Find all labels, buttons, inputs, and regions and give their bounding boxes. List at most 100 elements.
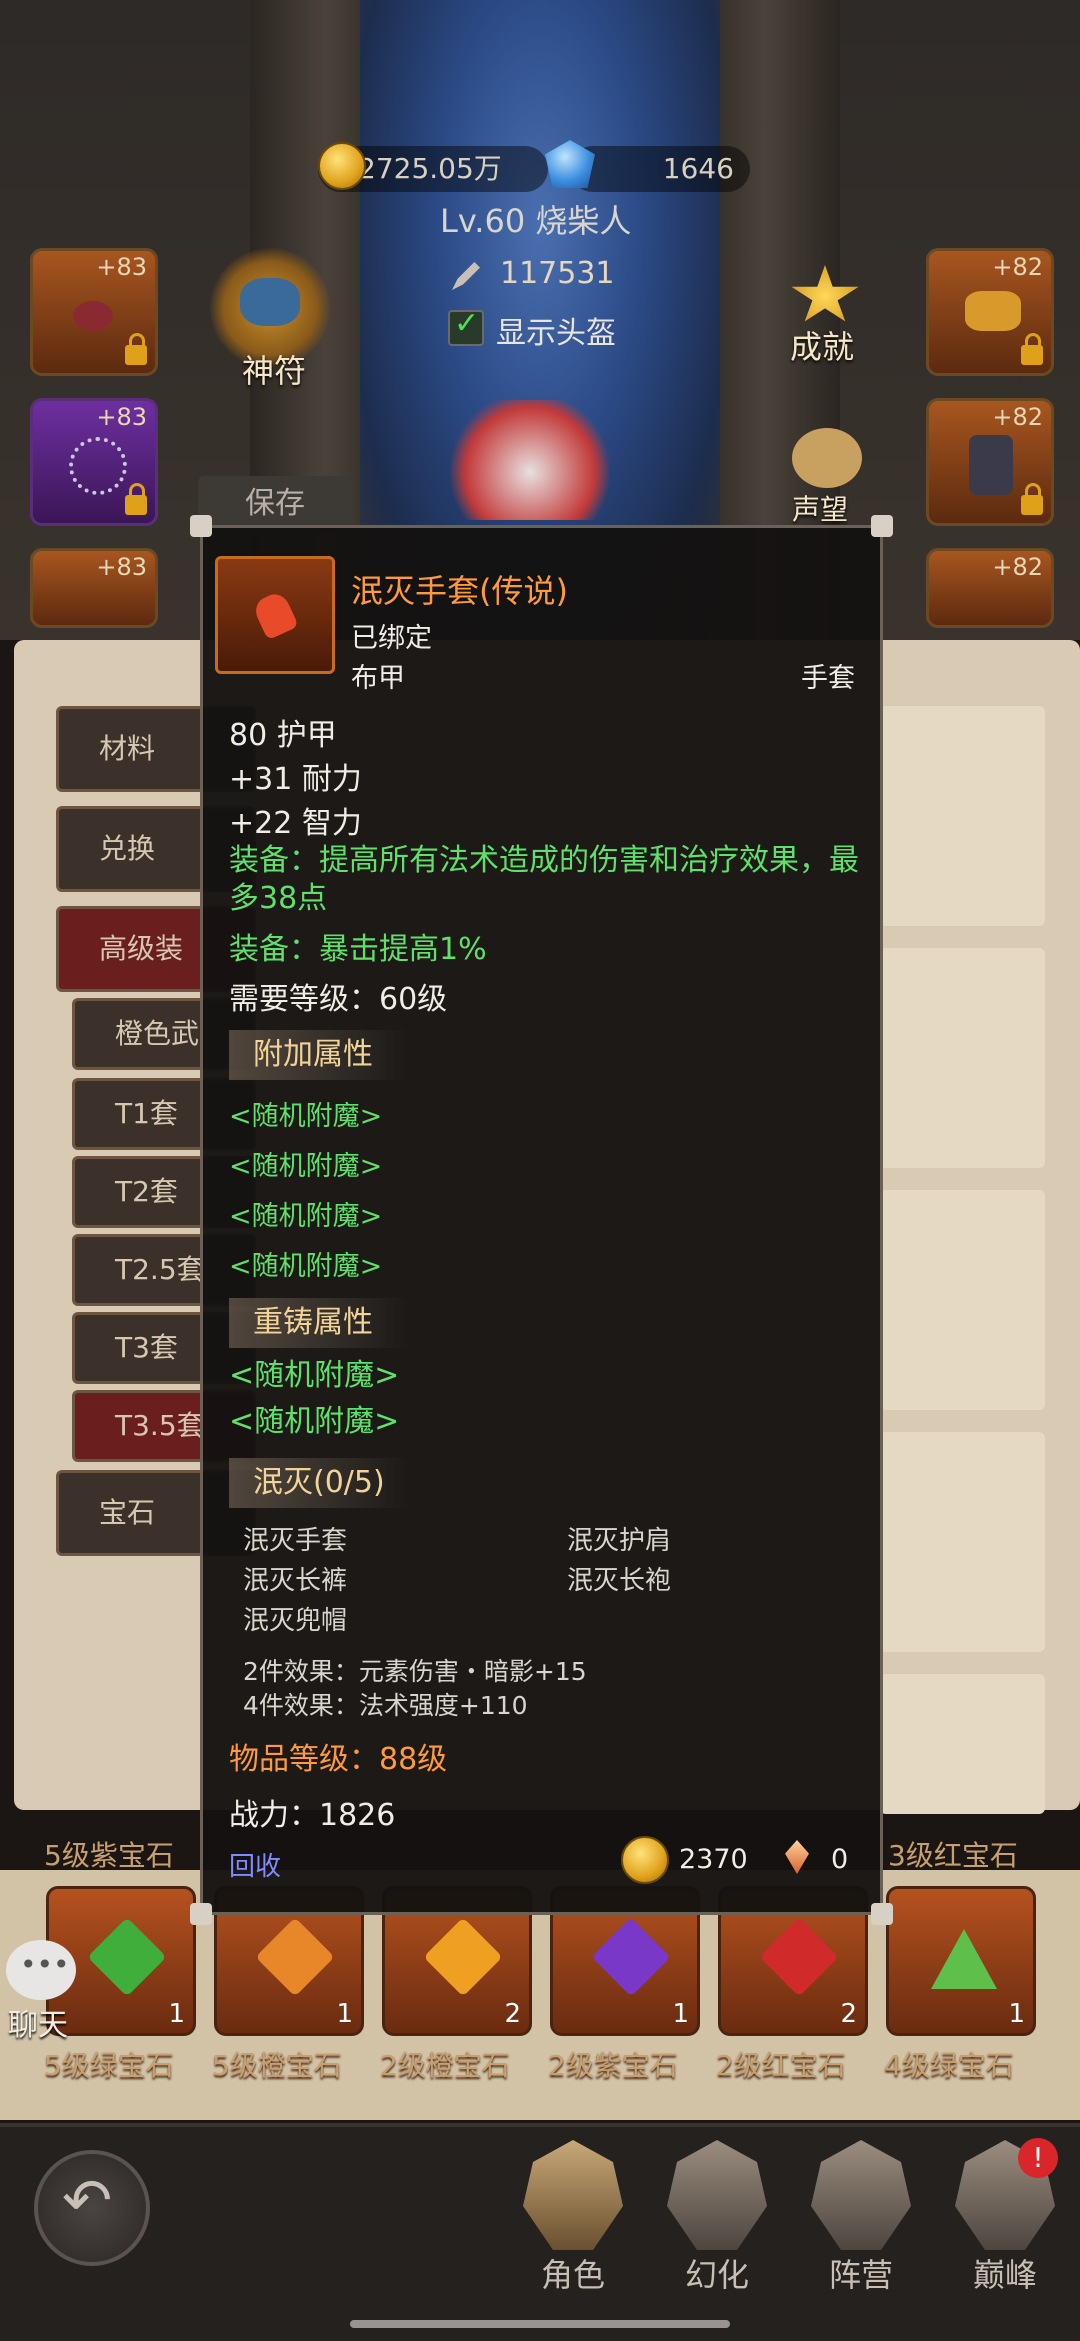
reputation-icon[interactable] (792, 428, 862, 488)
shop-card[interactable] (880, 1674, 1045, 1814)
shop-card[interactable] (880, 948, 1045, 1168)
nav-label: 巅峰 (972, 2256, 1037, 2294)
chat-label[interactable]: 聊天 (8, 2000, 68, 2044)
slot-level: +83 (96, 253, 147, 281)
item-icon-frame (215, 556, 335, 674)
random-enchant: <随机附魔> (229, 1358, 400, 1393)
gem-count: 1 (168, 1999, 185, 2029)
rune-icon (240, 278, 300, 326)
equip-slot-left-3[interactable]: +83 (30, 548, 158, 628)
character-avatar (450, 400, 610, 520)
required-level: 需要等级：60级 (229, 982, 448, 1017)
green-gem-icon (87, 1917, 167, 1997)
gem-label-top-right: 3级红宝石 (888, 1839, 1018, 1872)
gold-amount: 2725.05万 (358, 152, 502, 185)
gem-label: 2级紫宝石 (548, 2049, 678, 2082)
item-armor-type: 布甲 (351, 663, 405, 694)
purple-gem-icon (591, 1917, 671, 1997)
nav-character[interactable]: 角色 (508, 2140, 638, 2300)
item-bound: 已绑定 (351, 623, 432, 654)
random-enchant: <随机附魔> (229, 1251, 383, 1282)
set-item: 泯灭护肩 (567, 1526, 672, 1556)
recycle-link[interactable]: 回收 (229, 1846, 281, 1883)
glove-icon (251, 589, 299, 641)
power-value: 117531 (500, 256, 615, 291)
lock-icon (1021, 333, 1043, 365)
reforge-attr-header: 重铸属性 (229, 1298, 409, 1348)
achievement-label[interactable]: 成就 (790, 322, 854, 368)
lock-icon (125, 483, 147, 515)
save-button[interactable]: 保存 (198, 476, 352, 532)
menu-label: T1套 (115, 1097, 178, 1130)
lock-icon (125, 333, 147, 365)
chat-bubble-icon[interactable]: ••• (6, 1940, 76, 2000)
gem-label: 4级绿宝石 (884, 2049, 1014, 2082)
equip-slot-right-3[interactable]: +82 (926, 548, 1054, 628)
green-gem-icon (931, 1929, 997, 1989)
belt-icon (965, 291, 1021, 331)
back-button[interactable]: ↶ (34, 2150, 150, 2266)
tooltip-corner (871, 515, 893, 537)
shard-icon (785, 1840, 809, 1874)
player-level-name: Lv.60 烧柴人 (440, 202, 632, 240)
nav-faction[interactable]: 阵营 (796, 2140, 926, 2300)
reputation-label[interactable]: 声望 (792, 488, 848, 528)
equip-slot-right-1[interactable]: +82 (926, 248, 1054, 376)
random-enchant: <随机附魔> (229, 1404, 400, 1439)
show-helmet-label: 显示头盔 (496, 316, 616, 351)
show-helmet-checkbox[interactable]: ✓ (448, 306, 484, 346)
slot-level: +83 (96, 403, 147, 431)
gold-coin-icon (621, 1836, 669, 1884)
diamond-pill: 1646 (570, 146, 750, 192)
tooltip-corner (190, 515, 212, 537)
equip-slot-left-2[interactable]: +83 (30, 398, 158, 526)
orange-gem-icon (423, 1917, 503, 1997)
item-tooltip: 泯灭手套(传说) 已绑定 布甲 手套 80 护甲 +31 耐力 +22 智力 装… (200, 525, 883, 1915)
stat-armor: 80 护甲 (229, 718, 337, 753)
set-bonus-2: 2件效果：元素伤害・暗影+15 (243, 1657, 587, 1686)
gem-label: 5级橙宝石 (212, 2049, 342, 2082)
slot-level: +83 (96, 553, 147, 581)
shop-card[interactable] (880, 706, 1045, 926)
gem-label: 2级橙宝石 (380, 2049, 510, 2082)
nav-label: 角色 (540, 2256, 605, 2294)
shop-card[interactable] (880, 1432, 1045, 1652)
gem-slot[interactable]: 1 (886, 1886, 1036, 2036)
stat-stamina: +31 耐力 (229, 762, 362, 797)
equip-slot-left-1[interactable]: +83 (30, 248, 158, 376)
lock-icon (1021, 483, 1043, 515)
slot-level: +82 (992, 553, 1043, 581)
check-icon: ✓ (454, 306, 480, 341)
random-enchant: <随机附魔> (229, 1201, 383, 1232)
gold-coin-icon (318, 142, 366, 190)
equip-effect-spell: 装备：提高所有法术造成的伤害和治疗效果，最多38点 (229, 843, 859, 916)
necklace-icon (69, 437, 127, 495)
tooltip-corner (871, 1903, 893, 1925)
menu-label: 宝石 (99, 1496, 156, 1529)
menu-label: 兑换 (99, 832, 156, 865)
set-item: 泯灭兜帽 (243, 1606, 348, 1636)
rune-label: 神符 (242, 352, 307, 390)
set-bonus-4: 4件效果：法术强度+110 (243, 1691, 528, 1720)
equip-slot-right-2[interactable]: +82 (926, 398, 1054, 526)
menu-label: T3.5套 (115, 1409, 205, 1442)
helmet-icon (73, 301, 113, 331)
nav-transmog[interactable]: 幻化 (652, 2140, 782, 2300)
item-name: 泯灭手套(传说) (351, 572, 568, 610)
gem-count: 2 (840, 1999, 857, 2029)
gem-count: 1 (1008, 1999, 1025, 2029)
slot-level: +82 (992, 403, 1043, 431)
set-item: 泯灭长裤 (243, 1566, 348, 1596)
menu-label: T3套 (115, 1331, 178, 1364)
menu-label: 橙色武 (115, 1017, 200, 1050)
menu-label: 高级装 (99, 932, 184, 965)
gem-count: 2 (504, 1999, 521, 2029)
menu-label: 材料 (99, 732, 156, 765)
equip-effect-crit: 装备：暴击提高1% (229, 932, 487, 967)
red-gem-icon (759, 1917, 839, 1997)
item-level: 物品等级：88级 (229, 1742, 448, 1777)
gem-count: 1 (336, 1999, 353, 2029)
tooltip-corner (190, 1903, 212, 1925)
gem-count: 1 (672, 1999, 689, 2029)
shop-card[interactable] (880, 1190, 1045, 1410)
